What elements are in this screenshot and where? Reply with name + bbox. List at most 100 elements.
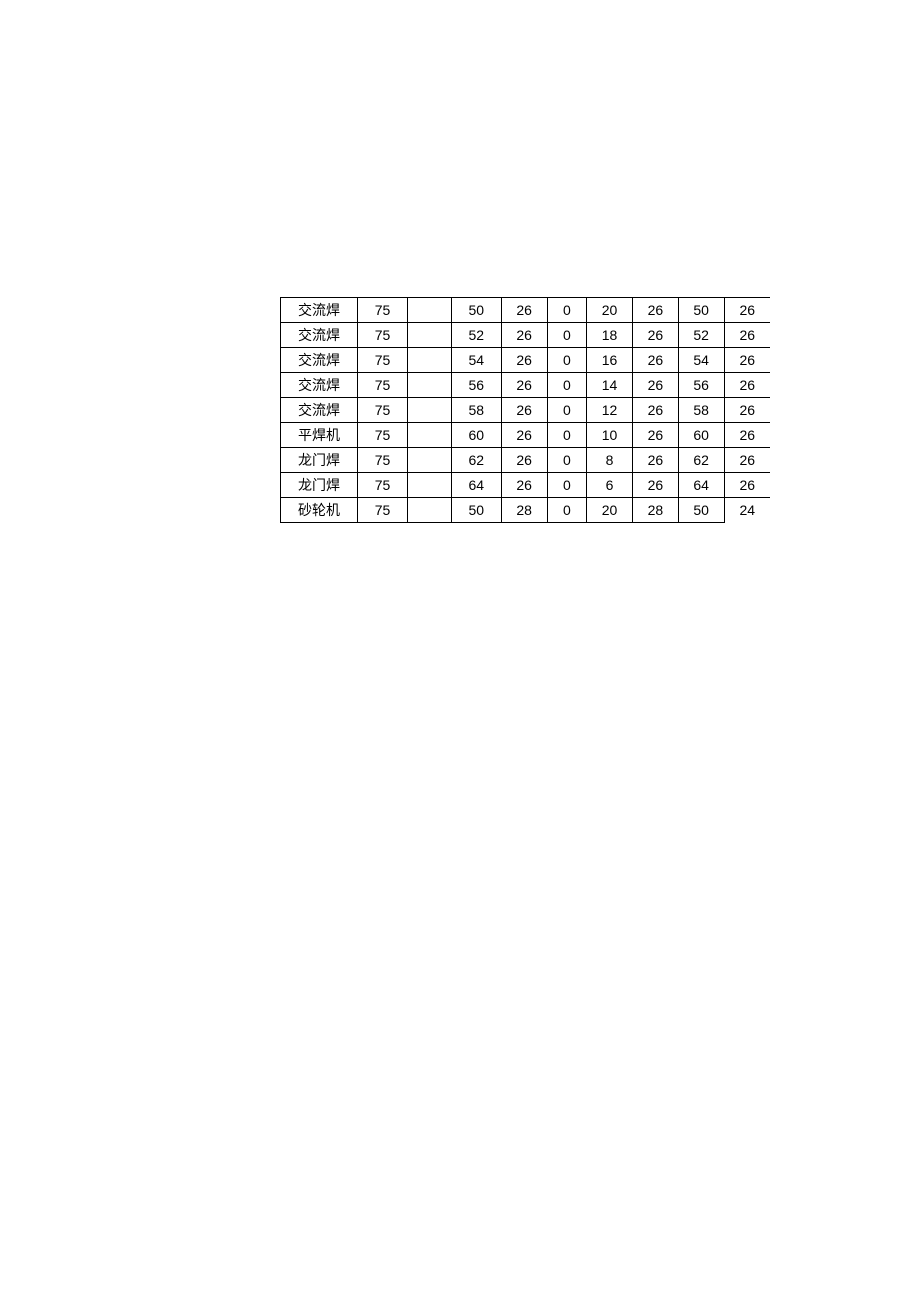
cell-c8: 26 [632,448,678,473]
cell-c7: 10 [587,423,633,448]
cell-c2: 75 [358,498,408,523]
cell-c9: 64 [678,473,724,498]
cell-label: 龙门焊 [281,473,358,498]
cell-c7: 18 [587,323,633,348]
cell-c4: 52 [451,323,501,348]
cell-c3 [408,473,452,498]
cell-c4: 56 [451,373,501,398]
cell-c8: 26 [632,423,678,448]
table-row: 交流焊 75 50 26 0 20 26 50 26 [281,298,771,323]
cell-c9: 62 [678,448,724,473]
table-row: 交流焊 75 58 26 0 12 26 58 26 [281,398,771,423]
cell-c7: 8 [587,448,633,473]
table-row: 平焊机 75 60 26 0 10 26 60 26 [281,423,771,448]
cell-c3 [408,398,452,423]
cell-c10: 26 [724,348,770,373]
cell-c3 [408,423,452,448]
cell-c4: 50 [451,498,501,523]
data-table-container: 交流焊 75 50 26 0 20 26 50 26 交流焊 75 52 26 … [280,297,770,523]
cell-c2: 75 [358,398,408,423]
cell-c9: 60 [678,423,724,448]
cell-c8: 26 [632,323,678,348]
cell-c5: 26 [501,423,547,448]
cell-c2: 75 [358,298,408,323]
cell-c8: 26 [632,473,678,498]
cell-c6: 0 [547,298,587,323]
cell-c10: 26 [724,398,770,423]
cell-c6: 0 [547,473,587,498]
cell-c2: 75 [358,348,408,373]
cell-c5: 26 [501,348,547,373]
cell-c4: 54 [451,348,501,373]
cell-label: 砂轮机 [281,498,358,523]
cell-c6: 0 [547,398,587,423]
cell-c10: 26 [724,473,770,498]
cell-c9: 50 [678,298,724,323]
cell-c3 [408,498,452,523]
cell-label: 交流焊 [281,348,358,373]
cell-c2: 75 [358,448,408,473]
cell-c8: 26 [632,348,678,373]
cell-c3 [408,448,452,473]
cell-c5: 26 [501,448,547,473]
cell-c3 [408,348,452,373]
cell-c9: 52 [678,323,724,348]
cell-c9: 56 [678,373,724,398]
cell-c8: 26 [632,398,678,423]
cell-c3 [408,298,452,323]
cell-c8: 26 [632,298,678,323]
cell-c4: 64 [451,473,501,498]
cell-c10: 26 [724,323,770,348]
cell-c8: 28 [632,498,678,523]
cell-c10: 26 [724,448,770,473]
cell-c10: 24 [724,498,770,523]
cell-c9: 58 [678,398,724,423]
cell-c5: 26 [501,398,547,423]
cell-c7: 16 [587,348,633,373]
cell-c6: 0 [547,423,587,448]
cell-c5: 26 [501,323,547,348]
cell-c10: 26 [724,298,770,323]
cell-c7: 14 [587,373,633,398]
table-row: 龙门焊 75 62 26 0 8 26 62 26 [281,448,771,473]
table-row: 砂轮机 75 50 28 0 20 28 50 24 [281,498,771,523]
cell-c4: 60 [451,423,501,448]
cell-c5: 26 [501,473,547,498]
cell-label: 交流焊 [281,373,358,398]
cell-c5: 26 [501,298,547,323]
cell-c10: 26 [724,423,770,448]
cell-c6: 0 [547,373,587,398]
cell-c2: 75 [358,373,408,398]
cell-label: 交流焊 [281,298,358,323]
cell-c2: 75 [358,473,408,498]
cell-c7: 20 [587,298,633,323]
cell-c7: 12 [587,398,633,423]
table-body: 交流焊 75 50 26 0 20 26 50 26 交流焊 75 52 26 … [281,298,771,523]
cell-c7: 20 [587,498,633,523]
cell-label: 平焊机 [281,423,358,448]
cell-c4: 50 [451,298,501,323]
cell-c2: 75 [358,423,408,448]
table-row: 交流焊 75 52 26 0 18 26 52 26 [281,323,771,348]
cell-c5: 28 [501,498,547,523]
cell-c3 [408,323,452,348]
cell-c2: 75 [358,323,408,348]
cell-c4: 62 [451,448,501,473]
cell-c10: 26 [724,373,770,398]
cell-label: 龙门焊 [281,448,358,473]
cell-label: 交流焊 [281,323,358,348]
cell-c6: 0 [547,448,587,473]
cell-c9: 54 [678,348,724,373]
table-row: 交流焊 75 56 26 0 14 26 56 26 [281,373,771,398]
cell-c3 [408,373,452,398]
cell-c4: 58 [451,398,501,423]
cell-c7: 6 [587,473,633,498]
cell-c6: 0 [547,498,587,523]
cell-c6: 0 [547,323,587,348]
cell-c8: 26 [632,373,678,398]
cell-c6: 0 [547,348,587,373]
cell-label: 交流焊 [281,398,358,423]
cell-c9: 50 [678,498,724,523]
data-table: 交流焊 75 50 26 0 20 26 50 26 交流焊 75 52 26 … [280,297,770,523]
cell-c5: 26 [501,373,547,398]
